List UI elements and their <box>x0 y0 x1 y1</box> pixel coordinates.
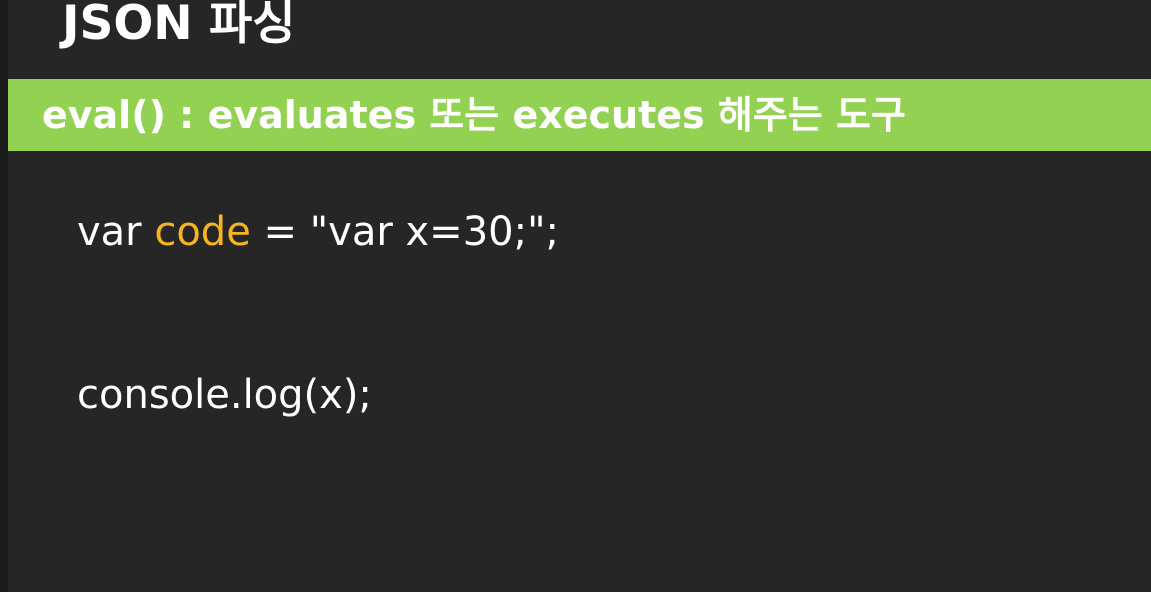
code-keyword: var <box>77 209 155 255</box>
code-variable-name: code <box>154 209 251 255</box>
code-line-1: var code = "var x=30;"; <box>77 207 559 257</box>
banner-text: eval() : evaluates 또는 executes 해주는 도구 <box>42 93 906 137</box>
slide: JSON 파싱 eval() : evaluates 또는 executes 해… <box>8 0 1151 592</box>
code-line-2: console.log(x); <box>77 372 372 418</box>
slide-title: JSON 파싱 <box>62 0 296 51</box>
banner: eval() : evaluates 또는 executes 해주는 도구 <box>8 79 1151 151</box>
code-assignment: = "var x=30;"; <box>250 209 559 255</box>
